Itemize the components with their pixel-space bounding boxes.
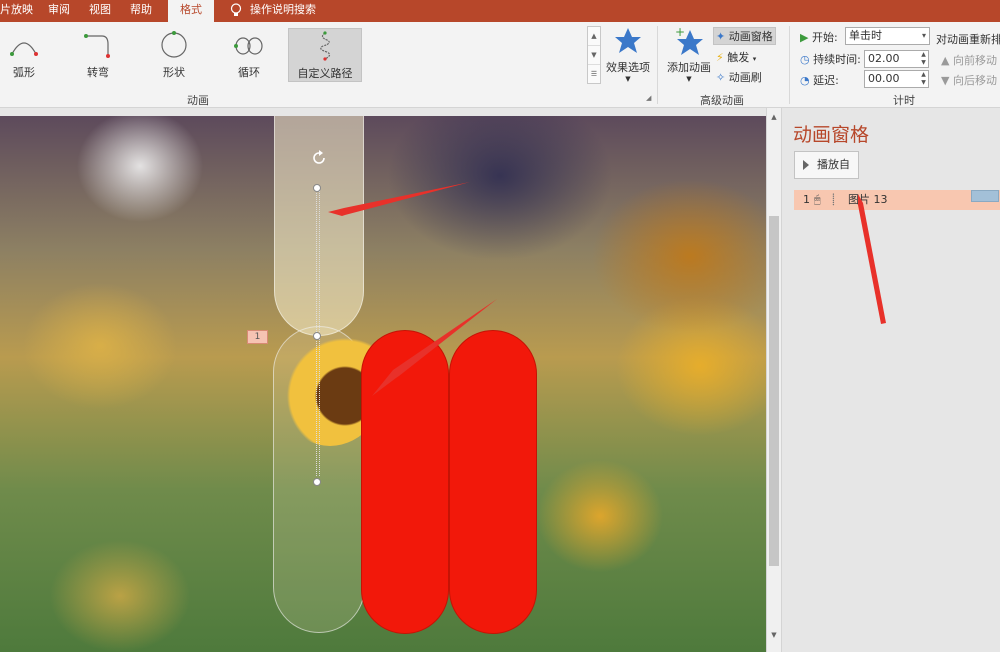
delay-value: 00.00 (868, 72, 900, 85)
duration-label: ◷ 持续时间: (800, 51, 861, 67)
delay-spinner-icon[interactable]: ▲ ▼ (919, 71, 928, 87)
delay-input[interactable]: 00.00 ▲ ▼ (864, 70, 929, 88)
effect-options-button[interactable]: 效果选项 ▼ (602, 26, 654, 83)
effect-options-label: 效果选项 (606, 61, 650, 74)
scroll-down-icon[interactable]: ▼ (767, 628, 781, 642)
scroll-thumb[interactable] (769, 216, 779, 566)
dialog-launcher-icon[interactable]: ◢ (646, 94, 651, 102)
move-earlier-label: 向前移动 (952, 54, 997, 67)
slide-canvas[interactable]: 1 (0, 116, 766, 652)
delay-label: ◔ 延迟: (800, 72, 839, 88)
add-star-icon: + (675, 25, 703, 55)
path-shape-label: 形状 (163, 66, 185, 79)
tab-review[interactable]: 审阅 (48, 0, 70, 22)
advanced-group-label: 高级动画 (700, 94, 744, 107)
move-later-label: 向后移动 (952, 74, 997, 87)
down-arrow-icon: ▼ (941, 74, 950, 87)
custom-path-icon (320, 31, 331, 61)
lightning-icon: ⚡ (716, 51, 724, 64)
gallery-more-icon[interactable]: ☰ (588, 65, 600, 84)
move-later-button[interactable]: ▼ 向后移动 (941, 72, 997, 88)
path-arc[interactable]: 弧形 (0, 28, 54, 82)
gallery-scroll[interactable]: ▲ ▼ ☰ (587, 26, 601, 84)
animation-group-label: 动画 (187, 94, 209, 107)
move-earlier-button[interactable]: ▲ 向前移动 (941, 52, 997, 68)
timing-group-label: 计时 (893, 94, 915, 107)
turn-path-icon (84, 34, 110, 58)
slide-scrollbar[interactable]: ▲ ▼ (766, 108, 781, 652)
painter-icon: ✧ (716, 71, 726, 84)
add-animation-label: 添加动画 (667, 61, 711, 74)
ribbon: 弧形 转弯 形状 循环 自定义路径 ▲ ▼ ☰ 效果选项 ▼ 动画 ◢ + 添加… (0, 22, 1000, 108)
shape-path-icon (161, 31, 187, 58)
animation-pane-icon: ✦ (716, 30, 726, 43)
gallery-up-icon[interactable]: ▲ (588, 27, 600, 46)
group-separator (789, 26, 790, 104)
path-custom-label: 自定义路径 (297, 67, 353, 80)
annotation-arrows (328, 182, 497, 396)
svg-text:+: + (675, 26, 685, 39)
animation-painter-button[interactable]: ✧ 动画刷 (716, 69, 762, 87)
duration-spinner-icon[interactable]: ▲ ▼ (919, 51, 928, 67)
arc-path-icon (10, 42, 38, 56)
path-arc-label: 弧形 (13, 66, 35, 79)
tab-slideshow[interactable]: 片放映 (0, 0, 33, 22)
animation-pane-button[interactable]: ✦ 动画窗格 (713, 27, 776, 45)
ribbon-tab-bar: 片放映 审阅 视图 帮助 格式 操作说明搜索 (0, 0, 1000, 22)
add-animation-button[interactable]: + 添加动画 ▼ (662, 25, 716, 83)
gallery-down-icon[interactable]: ▼ (588, 46, 600, 65)
start-select-value: 单击时 (849, 29, 882, 42)
animation-painter-label: 动画刷 (728, 71, 762, 84)
animation-pane: 动画窗格 播放自 1 🖱 ⸽ 图片 13 (781, 108, 1000, 652)
lightbulb-icon (230, 3, 242, 16)
tab-format[interactable]: 格式 (168, 0, 214, 22)
tell-me-search[interactable]: 操作说明搜索 (250, 0, 316, 22)
path-custom[interactable]: 自定义路径 (288, 28, 362, 82)
delay-icon: ◔ (800, 74, 810, 87)
clock-icon: ◷ (800, 53, 810, 66)
reorder-label: 对动画重新排 (936, 33, 1000, 46)
delay-label-text: 延迟: (813, 74, 839, 87)
path-turn-label: 转弯 (87, 66, 109, 79)
tab-view[interactable]: 视图 (89, 0, 111, 22)
path-shape[interactable]: 形状 (144, 28, 204, 82)
trigger-button[interactable]: ⚡ 触发 ▾ (716, 49, 756, 67)
effect-options-dropdown-icon: ▼ (625, 75, 631, 83)
group-separator (657, 26, 658, 104)
path-loop[interactable]: 循环 (219, 28, 279, 82)
start-label: ▶ 开始: (800, 29, 838, 45)
play-icon: ▶ (800, 31, 809, 44)
annotation-arrow-pane (858, 194, 886, 324)
start-dropdown-icon: ▾ (921, 31, 926, 40)
duration-label-text: 持续时间: (813, 53, 861, 66)
trigger-dropdown-icon: ▾ (752, 55, 757, 63)
loop-path-icon (234, 37, 263, 55)
path-loop-label: 循环 (238, 66, 260, 79)
start-label-text: 开始: (811, 31, 838, 44)
tab-help[interactable]: 帮助 (130, 0, 152, 22)
duration-input[interactable]: 02.00 ▲ ▼ (864, 50, 929, 68)
add-animation-dropdown-icon: ▼ (686, 75, 692, 83)
up-arrow-icon: ▲ (941, 54, 950, 67)
animation-pane-btn-label: 动画窗格 (728, 30, 773, 43)
star-icon (615, 28, 641, 53)
scroll-up-icon[interactable]: ▲ (767, 110, 781, 124)
trigger-label: 触发 (727, 51, 750, 64)
duration-value: 02.00 (868, 52, 900, 65)
start-select[interactable]: 单击时 ▾ (845, 27, 930, 45)
path-turn[interactable]: 转弯 (68, 28, 128, 82)
